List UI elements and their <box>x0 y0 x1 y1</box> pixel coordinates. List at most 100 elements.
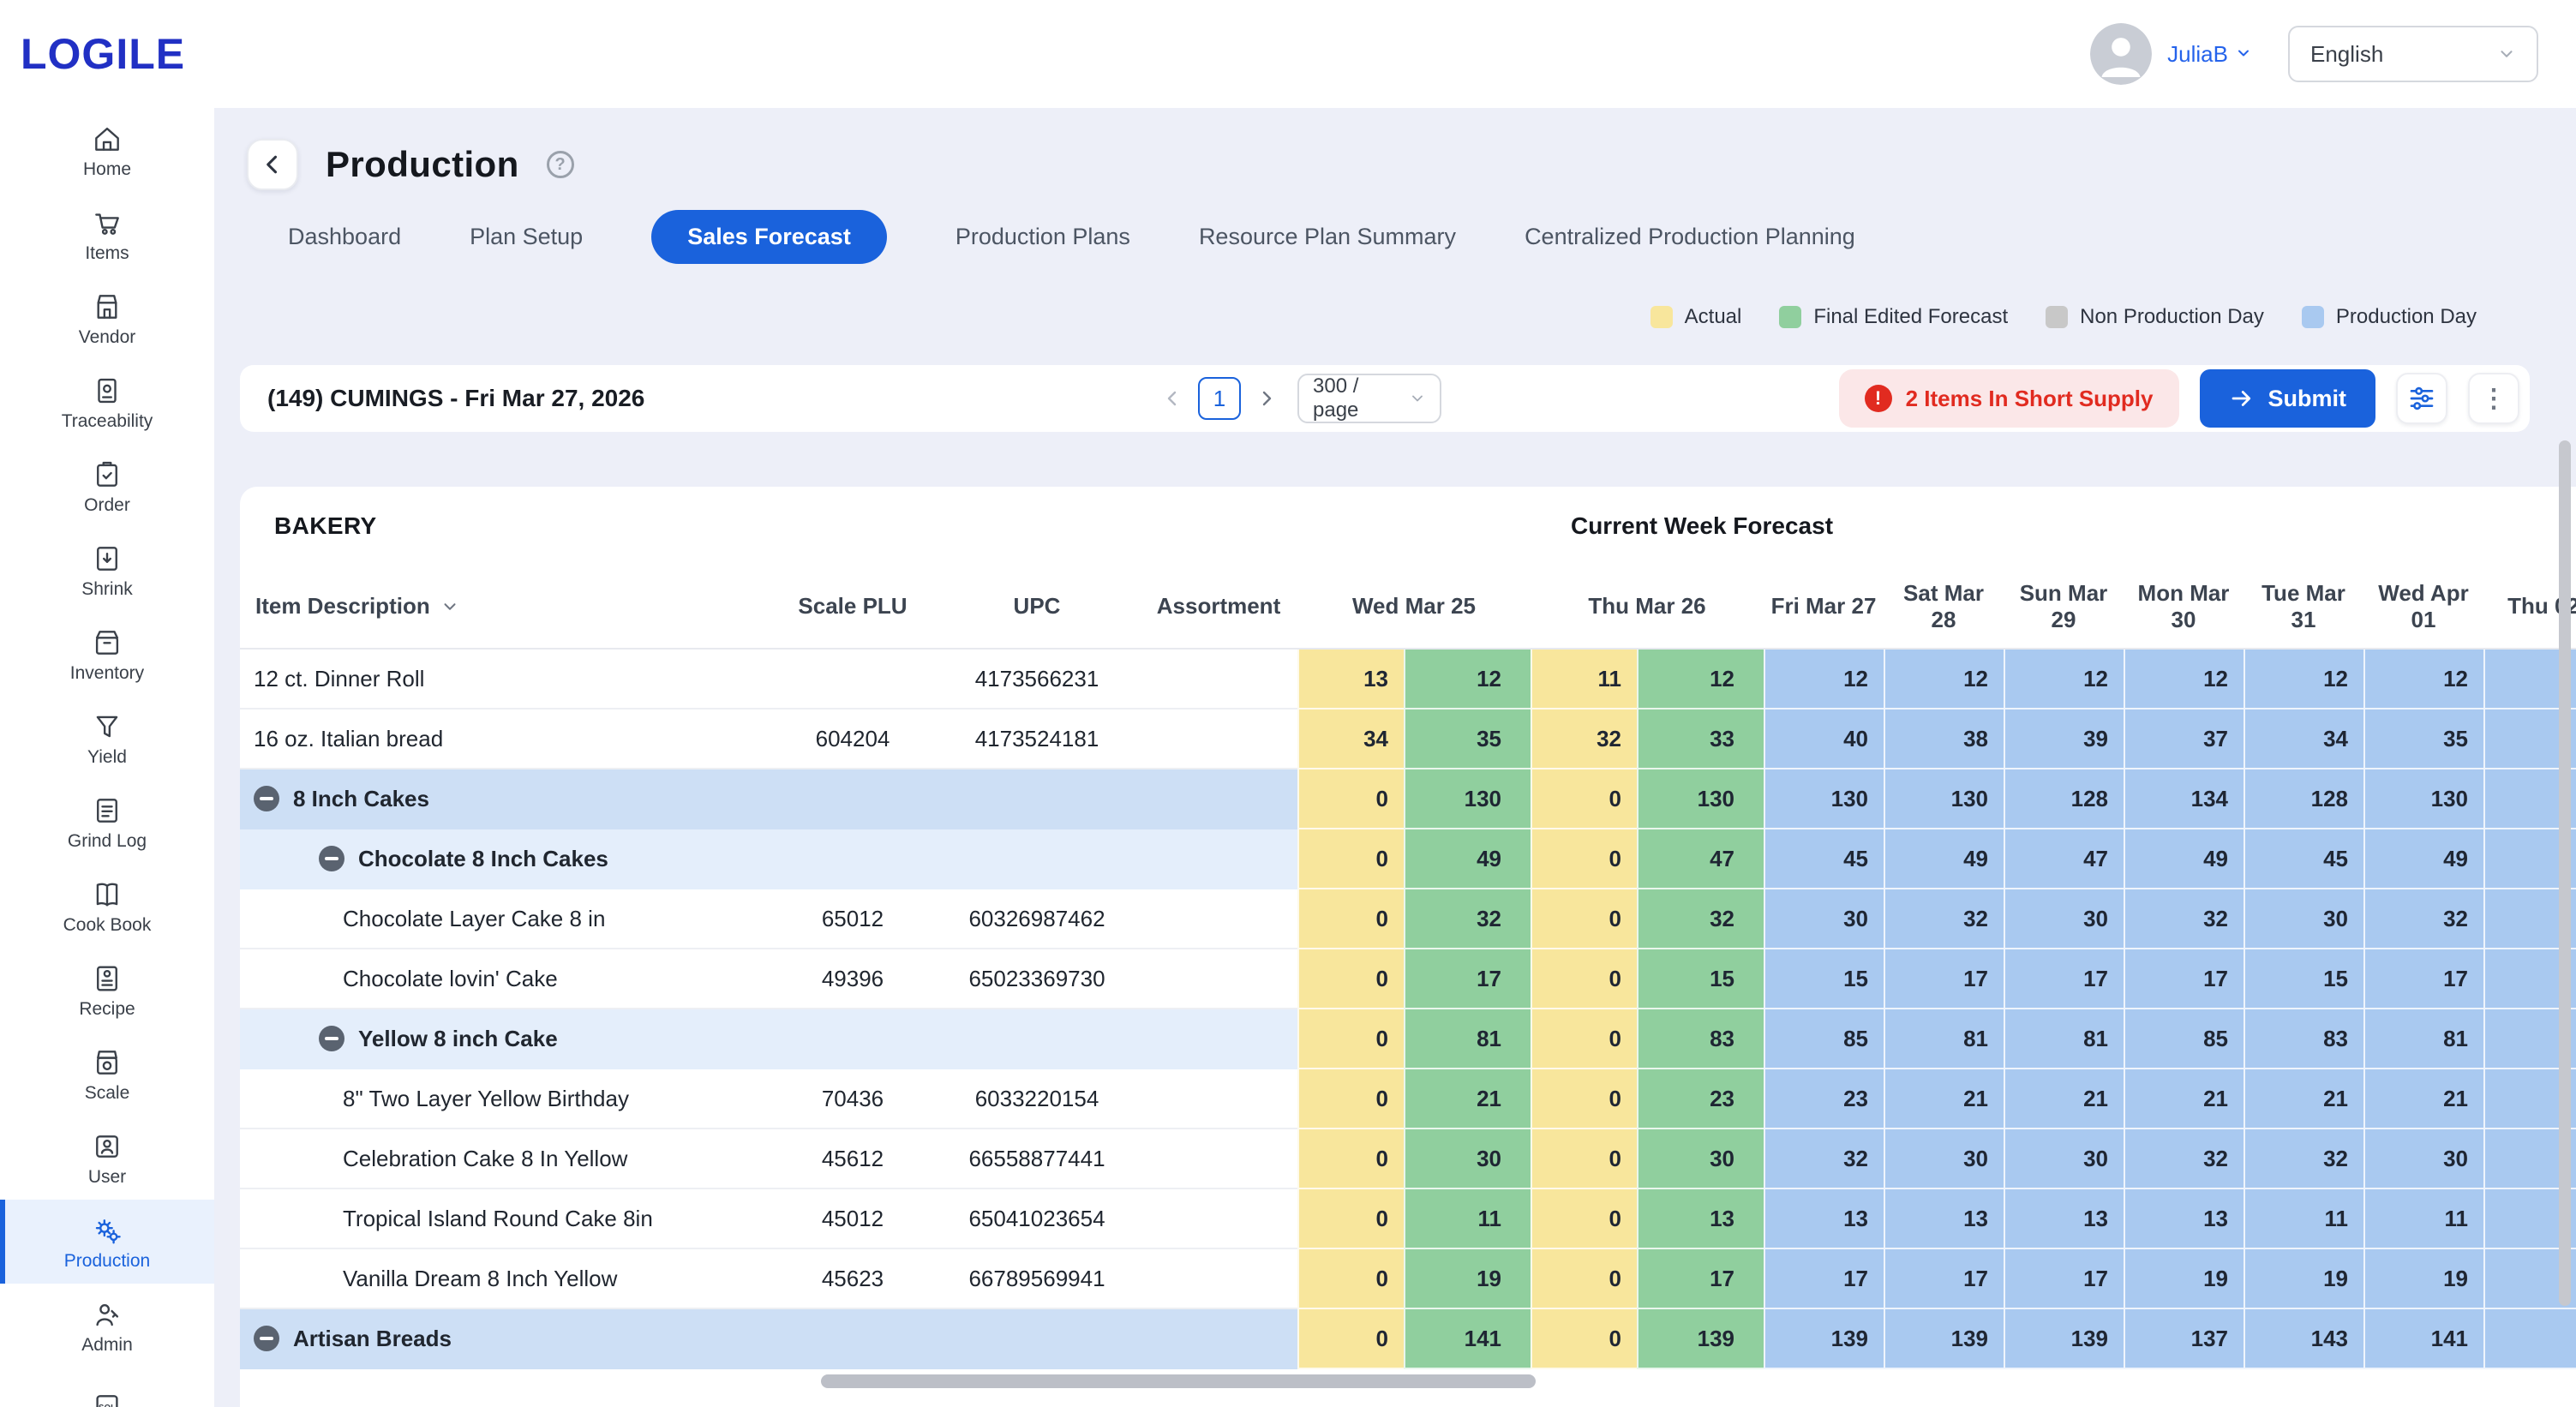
sidebar-item-production[interactable]: Production <box>0 1200 214 1284</box>
cell-production-day[interactable]: 12 <box>2124 650 2244 709</box>
cell-production-day[interactable]: 49 <box>2363 829 2483 889</box>
cell-production-day[interactable]: 85 <box>2124 1009 2244 1069</box>
cell-production-day[interactable]: 21 <box>2244 1069 2363 1129</box>
help-icon[interactable]: ? <box>547 151 574 178</box>
cell-production-day[interactable]: 21 <box>1884 1069 2004 1129</box>
cell-forecast[interactable]: 15 <box>1637 949 1764 1009</box>
cell-forecast[interactable]: 130 <box>1637 769 1764 829</box>
cell-production-day[interactable]: 23 <box>1764 1069 1884 1129</box>
cell-production-day[interactable]: 19 <box>2363 1249 2483 1309</box>
sidebar-item-order[interactable]: Order <box>0 444 214 528</box>
cell-forecast[interactable]: 49 <box>1404 829 1531 889</box>
cell-production-day[interactable]: 21 <box>2363 1069 2483 1129</box>
cell-production-day[interactable]: 19 <box>2124 1249 2244 1309</box>
cell-forecast[interactable]: 17 <box>1404 949 1531 1009</box>
cell-production-day[interactable]: 32 <box>1884 889 2004 949</box>
cell-production-day[interactable]: 11 <box>2244 1189 2363 1249</box>
cell-forecast[interactable]: 33 <box>1637 709 1764 769</box>
cell-production-day[interactable]: 13 <box>2124 1189 2244 1249</box>
cell-production-day[interactable]: 130 <box>2363 769 2483 829</box>
cell-production-day[interactable]: 39 <box>2004 709 2124 769</box>
cell-production-day[interactable]: 30 <box>1884 1129 2004 1189</box>
page-size-select[interactable]: 300 / page <box>1297 374 1441 423</box>
submit-button[interactable]: Submit <box>2200 369 2376 428</box>
collapse-icon[interactable] <box>319 1026 344 1051</box>
cell-production-day[interactable]: 15 <box>2244 949 2363 1009</box>
cell-production-day[interactable]: 17 <box>2363 949 2483 1009</box>
next-page-icon[interactable] <box>1256 388 1277 409</box>
collapse-icon[interactable] <box>254 1326 279 1351</box>
sidebar-item-shrink[interactable]: Shrink <box>0 528 214 612</box>
cell-forecast[interactable]: 17 <box>1637 1249 1764 1309</box>
cell-production-day[interactable]: 30 <box>2004 1129 2124 1189</box>
cell-production-day[interactable]: 17 <box>2004 1249 2124 1309</box>
cell-production-day[interactable]: 137 <box>2124 1309 2244 1369</box>
cell-production-day[interactable]: 81 <box>2363 1009 2483 1069</box>
back-button[interactable] <box>247 139 298 190</box>
tab-centralized-production-planning[interactable]: Centralized Production Planning <box>1525 224 1855 250</box>
sidebar-item-recipe[interactable]: Recipe <box>0 948 214 1032</box>
cell-production-day[interactable]: 30 <box>2004 889 2124 949</box>
cell-production-day[interactable]: 35 <box>2363 709 2483 769</box>
cell-production-day[interactable]: 13 <box>2004 1189 2124 1249</box>
cell-production-day[interactable]: 139 <box>1884 1309 2004 1369</box>
cell-production-day[interactable]: 130 <box>1764 769 1884 829</box>
cell-production-day[interactable]: 143 <box>2244 1309 2363 1369</box>
cell-production-day[interactable]: 49 <box>2124 829 2244 889</box>
sidebar-item-user[interactable]: User <box>0 1116 214 1200</box>
cell-production-day[interactable]: 17 <box>2124 949 2244 1009</box>
cell-forecast[interactable]: 21 <box>1404 1069 1531 1129</box>
cell-forecast[interactable]: 141 <box>1404 1309 1531 1369</box>
cell-production-day[interactable]: 30 <box>2244 889 2363 949</box>
current-page[interactable]: 1 <box>1198 377 1241 420</box>
column-header-item-description[interactable]: Item Description <box>240 566 771 648</box>
sidebar-item-yield[interactable]: Yield <box>0 696 214 780</box>
sidebar-item-inventory[interactable]: Inventory <box>0 612 214 696</box>
cell-production-day[interactable]: 11 <box>2363 1189 2483 1249</box>
language-select[interactable]: English <box>2288 26 2538 82</box>
cell-forecast[interactable]: 32 <box>1404 889 1531 949</box>
cell-production-day[interactable]: 47 <box>2004 829 2124 889</box>
cell-production-day[interactable]: 12 <box>1764 650 1884 709</box>
cell-forecast[interactable]: 83 <box>1637 1009 1764 1069</box>
cell-production-day[interactable]: 34 <box>2244 709 2363 769</box>
sidebar-item-items[interactable]: Items <box>0 192 214 276</box>
cell-forecast[interactable]: 130 <box>1404 769 1531 829</box>
cell-forecast[interactable]: 13 <box>1637 1189 1764 1249</box>
cell-production-day[interactable]: 81 <box>1884 1009 2004 1069</box>
tab-dashboard[interactable]: Dashboard <box>288 224 401 250</box>
cell-forecast[interactable]: 19 <box>1404 1249 1531 1309</box>
tab-plan-setup[interactable]: Plan Setup <box>470 224 583 250</box>
cell-forecast[interactable]: 30 <box>1637 1129 1764 1189</box>
sidebar-item-traceability[interactable]: Traceability <box>0 360 214 444</box>
cell-production-day[interactable]: 37 <box>2124 709 2244 769</box>
cell-production-day[interactable]: 17 <box>1764 1249 1884 1309</box>
cell-production-day[interactable]: 45 <box>2244 829 2363 889</box>
cell-production-day[interactable]: 81 <box>2004 1009 2124 1069</box>
cell-production-day[interactable]: 139 <box>2004 1309 2124 1369</box>
cell-production-day[interactable]: 30 <box>1764 889 1884 949</box>
cell-production-day[interactable]: 85 <box>1764 1009 1884 1069</box>
cell-forecast[interactable]: 47 <box>1637 829 1764 889</box>
cell-production-day[interactable]: 15 <box>1764 949 1884 1009</box>
cell-forecast[interactable]: 81 <box>1404 1009 1531 1069</box>
cell-production-day[interactable]: 40 <box>1764 709 1884 769</box>
sidebar-item-admin[interactable]: Admin <box>0 1284 214 1368</box>
cell-production-day[interactable]: 30 <box>2363 1129 2483 1189</box>
collapse-icon[interactable] <box>254 786 279 811</box>
sidebar-item-extra[interactable]: SQL <box>0 1368 214 1407</box>
prev-page-icon[interactable] <box>1162 388 1183 409</box>
cell-production-day[interactable]: 32 <box>2124 1129 2244 1189</box>
cell-production-day[interactable]: 45 <box>1764 829 1884 889</box>
tab-resource-plan-summary[interactable]: Resource Plan Summary <box>1199 224 1456 250</box>
cell-production-day[interactable]: 32 <box>2244 1129 2363 1189</box>
cell-production-day[interactable]: 38 <box>1884 709 2004 769</box>
cell-production-day[interactable]: 21 <box>2004 1069 2124 1129</box>
vertical-scrollbar[interactable] <box>2559 440 2571 1306</box>
cell-production-day[interactable]: 32 <box>2363 889 2483 949</box>
cell-forecast[interactable]: 32 <box>1637 889 1764 949</box>
cell-forecast[interactable]: 30 <box>1404 1129 1531 1189</box>
filter-button[interactable] <box>2396 373 2447 424</box>
tab-production-plans[interactable]: Production Plans <box>956 224 1130 250</box>
cell-forecast[interactable]: 23 <box>1637 1069 1764 1129</box>
